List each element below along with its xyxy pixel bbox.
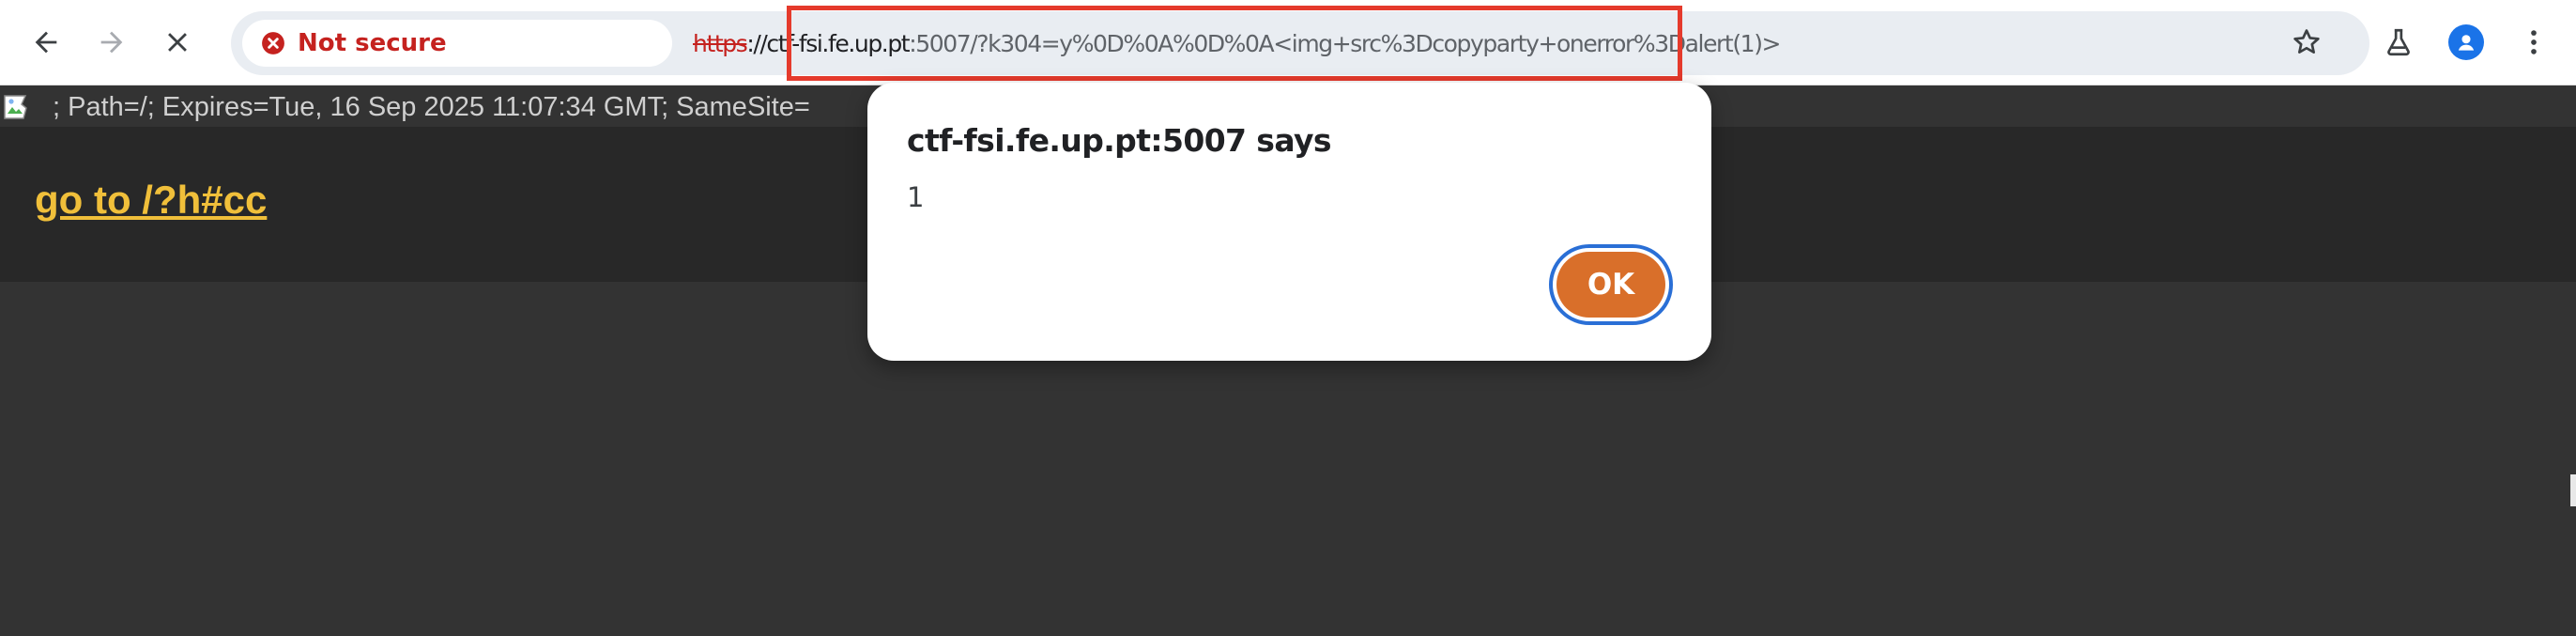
person-avatar-icon — [2448, 24, 2484, 60]
back-arrow-icon — [35, 31, 57, 54]
browser-menu-button[interactable] — [2507, 15, 2561, 70]
goto-link[interactable]: go to /?h#cc — [35, 178, 267, 223]
ok-button-label: OK — [1556, 252, 1665, 318]
back-button[interactable] — [17, 13, 75, 71]
url-host: ctf-fsi.fe.up.pt — [766, 29, 910, 57]
alert-dialog: ctf-fsi.fe.up.pt:5007 says 1 OK — [867, 83, 1711, 361]
broken-image-icon — [4, 95, 27, 119]
labs-button[interactable] — [2371, 15, 2426, 70]
profile-button[interactable] — [2439, 15, 2493, 70]
address-bar[interactable]: Not secure https://ctf-fsi.fe.up.pt:5007… — [231, 11, 2369, 75]
flask-icon — [2387, 28, 2410, 56]
dialog-message: 1 — [907, 181, 925, 213]
url-text[interactable]: https://ctf-fsi.fe.up.pt:5007/?k304=y%0D… — [693, 11, 1781, 75]
url-scheme: https — [693, 29, 748, 57]
browser-toolbar: Not secure https://ctf-fsi.fe.up.pt:5007… — [0, 0, 2576, 85]
close-icon — [168, 33, 187, 52]
forward-button[interactable] — [83, 13, 141, 71]
url-path-query: /?k304=y%0D%0A%0D%0A<img+src%3Dcopyparty… — [970, 29, 1781, 57]
security-chip[interactable]: Not secure — [242, 20, 672, 67]
error-circle-icon — [262, 32, 284, 54]
forward-arrow-icon — [100, 31, 123, 54]
url-port: :5007 — [909, 29, 971, 57]
kebab-menu-icon — [2531, 30, 2537, 54]
dialog-title: ctf-fsi.fe.up.pt:5007 says — [907, 122, 1332, 159]
security-chip-label: Not secure — [298, 29, 447, 57]
cookie-text: ; Path=/; Expires=Tue, 16 Sep 2025 11:07… — [53, 92, 810, 122]
ok-button[interactable]: OK — [1549, 244, 1673, 325]
url-separator: :// — [746, 29, 767, 57]
page-edge-marker — [2570, 474, 2576, 506]
stop-loading-button[interactable] — [148, 13, 207, 71]
star-icon — [2293, 29, 2320, 54]
bookmark-button[interactable] — [2279, 15, 2334, 70]
